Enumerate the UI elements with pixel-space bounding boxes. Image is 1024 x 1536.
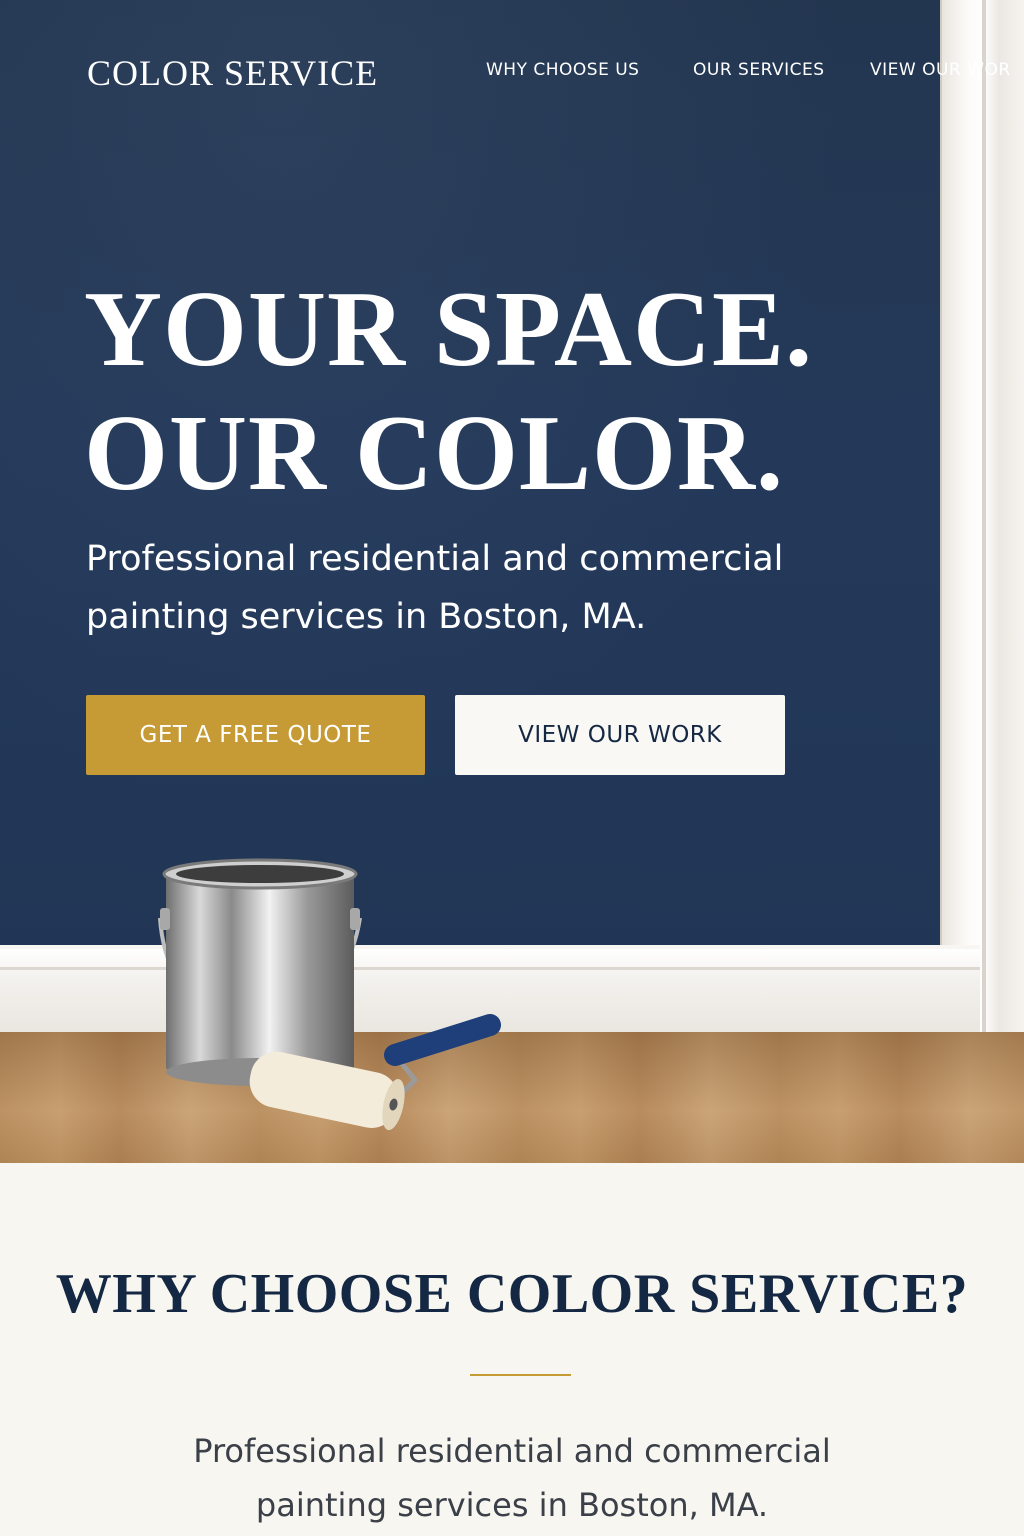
paint-roller-icon: [249, 1014, 501, 1131]
why-section-text: Professional residential and commercial …: [193, 1432, 831, 1524]
hero-subheadline: Professional residential and commercial …: [86, 539, 784, 637]
wood-floor: [0, 1032, 1024, 1163]
door-frame: [940, 0, 1024, 1035]
site-logo[interactable]: COLOR SERVICE: [87, 52, 378, 94]
headline-line-1: YOUR SPACE.: [84, 270, 814, 389]
gold-divider: [470, 1374, 571, 1376]
nav-why-choose-us[interactable]: WHY CHOOSE US: [486, 60, 639, 80]
hero-headline: YOUR SPACE. OUR COLOR.: [84, 268, 813, 516]
hero-section: COLOR SERVICE WHY CHOOSE US OUR SERVICES…: [0, 0, 1024, 1163]
headline-line-2: OUR COLOR.: [84, 394, 785, 513]
why-section-title: WHY CHOOSE COLOR SERVICE?: [55, 1263, 969, 1325]
nav-our-services[interactable]: OUR SERVICES: [693, 60, 825, 80]
get-free-quote-button[interactable]: GET A FREE QUOTE: [86, 695, 425, 775]
view-our-work-button[interactable]: VIEW OUR WORK: [455, 695, 785, 775]
nav-view-our-work[interactable]: VIEW OUR WOR: [870, 60, 1011, 80]
